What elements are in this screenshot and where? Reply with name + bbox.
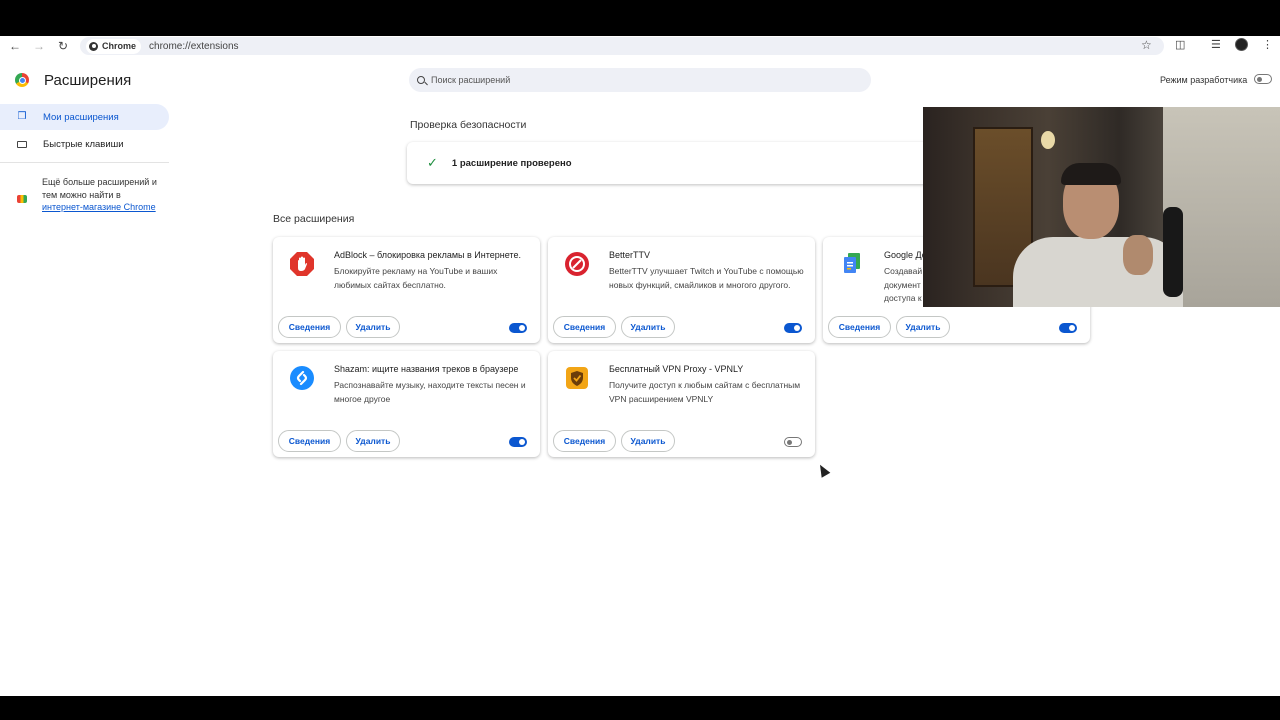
chip-label: Chrome bbox=[102, 41, 137, 51]
extension-toggle[interactable] bbox=[1059, 323, 1077, 333]
safety-check-title: Проверка безопасности bbox=[410, 119, 527, 131]
extension-name: AdBlock – блокировка рекламы в Интернете… bbox=[334, 250, 521, 260]
vpnly-icon bbox=[564, 365, 590, 391]
sidebar-divider bbox=[0, 162, 169, 163]
extensions-puzzle-icon[interactable]: ◫ bbox=[1175, 38, 1185, 51]
extension-name: BetterTTV bbox=[609, 250, 651, 260]
extension-card: AdBlock – блокировка рекламы в Интернете… bbox=[273, 237, 540, 343]
extension-name: Бесплатный VPN Proxy - VPNLY bbox=[609, 364, 744, 374]
extension-description: Создавай документ доступа к bbox=[884, 266, 923, 303]
google-docs-icon bbox=[839, 251, 865, 277]
browser-toolbar: ← → ↻ Chrome chrome://extensions ☆ ◫ ☰ ⋮ bbox=[0, 36, 1280, 55]
remove-button[interactable]: Удалить bbox=[346, 316, 400, 338]
keyboard-icon bbox=[17, 139, 27, 149]
dev-mode-toggle[interactable] bbox=[1254, 74, 1272, 84]
extension-toggle[interactable] bbox=[509, 437, 527, 447]
webcam-person-body bbox=[1013, 237, 1183, 307]
webcam-lamp bbox=[1041, 131, 1055, 149]
remove-button[interactable]: Удалить bbox=[621, 430, 675, 452]
safety-status: 1 расширение проверено bbox=[451, 157, 572, 169]
bookmark-star-icon[interactable]: ☆ bbox=[1141, 38, 1152, 52]
mouse-cursor-icon bbox=[815, 462, 831, 478]
remove-button[interactable]: Удалить bbox=[621, 316, 675, 338]
search-input[interactable] bbox=[431, 75, 831, 85]
extension-description: BetterTTV улучшает Twitch и YouTube с по… bbox=[609, 266, 804, 290]
webcam-overlay bbox=[923, 107, 1280, 307]
checkmark-icon: ✓ bbox=[427, 155, 438, 170]
media-controls-icon[interactable]: ☰ bbox=[1211, 38, 1221, 51]
webcam-person-hand bbox=[1123, 235, 1153, 275]
extension-card: BetterTTV BetterTTV улучшает Twitch и Yo… bbox=[548, 237, 815, 343]
puzzle-icon: ❒ bbox=[17, 111, 27, 122]
adblock-icon bbox=[289, 251, 315, 277]
remove-button[interactable]: Удалить bbox=[896, 316, 950, 338]
page-title: Расширения bbox=[44, 72, 132, 89]
url-text: chrome://extensions bbox=[149, 40, 239, 52]
back-button[interactable]: ← bbox=[3, 36, 27, 55]
webstore-link[interactable]: интернет-магазине Chrome bbox=[42, 202, 156, 212]
extension-description: Получите доступ к любым сайтам с бесплат… bbox=[609, 380, 801, 404]
extension-name: Google До bbox=[884, 250, 927, 260]
safety-check-card[interactable]: ✓ 1 расширение проверено bbox=[407, 142, 967, 184]
extension-toggle[interactable] bbox=[784, 323, 802, 333]
shazam-icon bbox=[289, 365, 315, 391]
sidebar-item-keyboard-shortcuts[interactable]: Быстрые клавиши bbox=[0, 131, 169, 157]
extension-description: Блокируйте рекламу на YouTube и ваших лю… bbox=[334, 266, 498, 290]
dev-mode-label: Режим разработчика bbox=[1160, 75, 1248, 85]
webstore-icon bbox=[17, 195, 27, 203]
betterttv-icon bbox=[564, 251, 590, 277]
details-button[interactable]: Сведения bbox=[828, 316, 891, 338]
extension-toggle[interactable] bbox=[784, 437, 802, 447]
chrome-logo-icon bbox=[89, 41, 98, 51]
all-extensions-title: Все расширения bbox=[273, 213, 355, 225]
extension-name: Shazam: ищите названия треков в браузере bbox=[334, 364, 519, 374]
webcam-microphone bbox=[1163, 207, 1183, 297]
webstore-promo-text: Ещё больше расширений и тем можно найти … bbox=[42, 177, 157, 200]
extension-toggle[interactable] bbox=[509, 323, 527, 333]
address-bar[interactable]: Chrome chrome://extensions bbox=[80, 37, 1164, 55]
reload-button[interactable]: ↻ bbox=[51, 36, 75, 55]
sidebar-item-my-extensions[interactable]: ❒ Мои расширения bbox=[0, 104, 169, 130]
extension-card: Shazam: ищите названия треков в браузере… bbox=[273, 351, 540, 457]
details-button[interactable]: Сведения bbox=[553, 316, 616, 338]
browser-window: ← → ↻ Chrome chrome://extensions ☆ ◫ ☰ ⋮… bbox=[0, 36, 1280, 696]
profile-avatar[interactable] bbox=[1235, 38, 1248, 51]
details-button[interactable]: Сведения bbox=[553, 430, 616, 452]
chrome-logo-icon bbox=[15, 73, 29, 87]
site-info-chip[interactable]: Chrome bbox=[86, 38, 142, 54]
menu-kebab-icon[interactable]: ⋮ bbox=[1262, 38, 1273, 51]
extension-description: Распознавайте музыку, находите тексты пе… bbox=[334, 380, 526, 404]
search-icon bbox=[417, 76, 425, 84]
search-box[interactable] bbox=[409, 68, 871, 92]
sidebar-item-label: Мои расширения bbox=[43, 111, 119, 123]
details-button[interactable]: Сведения bbox=[278, 430, 341, 452]
webstore-promo: Ещё больше расширений и тем можно найти … bbox=[42, 176, 162, 214]
extension-card: Бесплатный VPN Proxy - VPNLY Получите до… bbox=[548, 351, 815, 457]
details-button[interactable]: Сведения bbox=[278, 316, 341, 338]
sidebar-item-label: Быстрые клавиши bbox=[43, 138, 124, 150]
webcam-person-hair bbox=[1061, 163, 1121, 185]
forward-button[interactable]: → bbox=[27, 36, 51, 55]
remove-button[interactable]: Удалить bbox=[346, 430, 400, 452]
